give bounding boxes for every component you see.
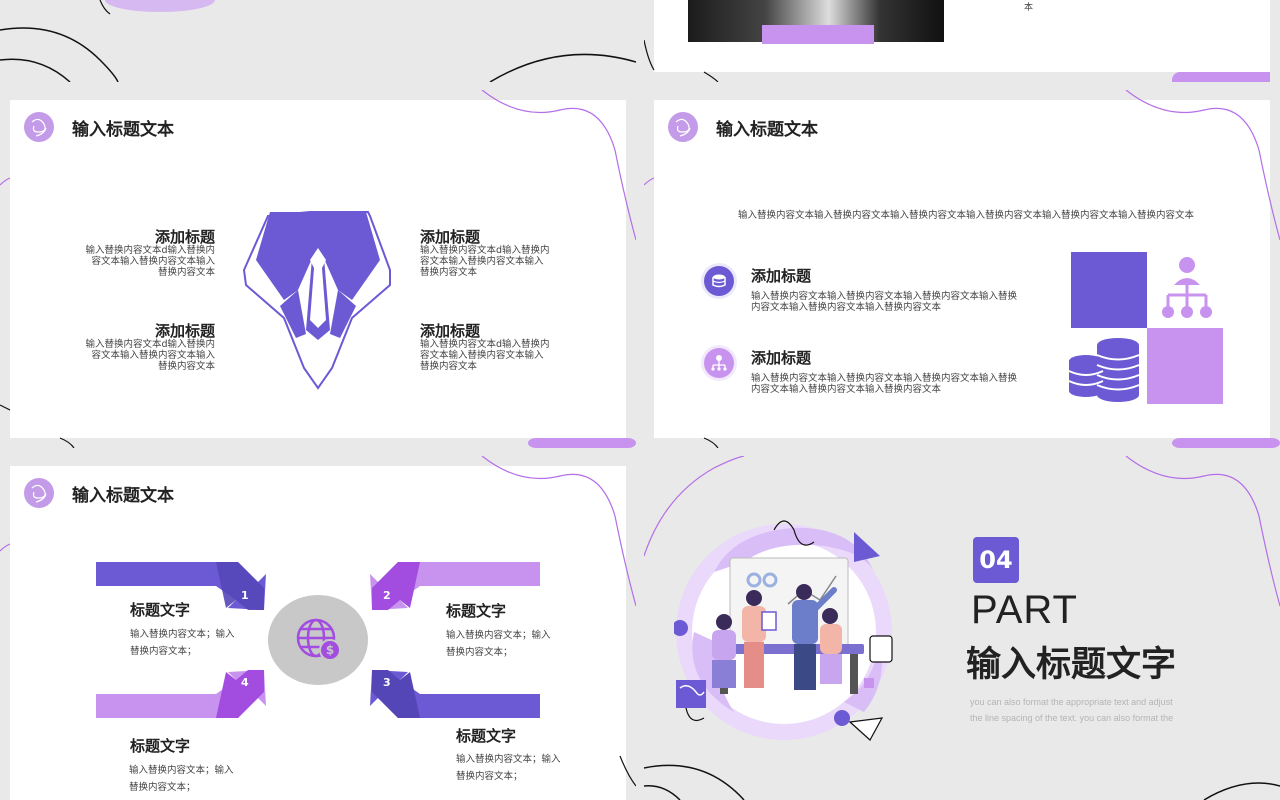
part-title: 输入标题文字 bbox=[966, 645, 1177, 685]
slide-finance[interactable]: 输入标题文本 输入替换内容文本输入替换内容文本输入替换内容文本输入替换内容文本输… bbox=[644, 90, 1280, 448]
photo-caption-bar bbox=[762, 25, 874, 44]
square-dark bbox=[1071, 252, 1147, 328]
intro-text: 输入替换内容文本输入替换内容文本输入替换内容文本输入替换内容文本输入替换内容文本… bbox=[738, 210, 1195, 221]
org-chart-icon bbox=[704, 348, 734, 378]
item-heading: 添加标题 bbox=[751, 349, 812, 367]
text-fragment: 本 bbox=[1024, 3, 1034, 13]
slide-title: 输入标题文本 bbox=[72, 119, 174, 140]
team-meeting-illustration bbox=[674, 520, 893, 741]
step-number: 2 bbox=[383, 589, 391, 602]
block-body: 输入替换内容文本d输入替换内 容文本输入替换内容文本输入 替换内容文本 bbox=[420, 339, 550, 372]
badge-icon bbox=[24, 112, 54, 142]
suit-icon bbox=[242, 211, 391, 390]
block-body: 输入替换内容文本d输入替换内 容文本输入替换内容文本输入 替换内容文本 bbox=[85, 245, 215, 278]
block-body: 输入替换内容文本d输入替换内 容文本输入替换内容文本输入 替换内容文本 bbox=[420, 245, 550, 278]
item-body: 输入替换内容文本；输入 替换内容文本； bbox=[129, 765, 234, 793]
item-body: 输入替换内容文本输入替换内容文本输入替换内容文本输入替换 内容文本输入替换内容文本… bbox=[751, 373, 1018, 395]
database-icon bbox=[704, 266, 734, 296]
title-row: 输入标题文本 bbox=[24, 112, 174, 142]
slide-partial-top-left[interactable] bbox=[0, 0, 636, 82]
slide-part-cover[interactable]: 04 PART 输入标题文字 you can also format the a… bbox=[644, 456, 1280, 800]
item-heading: 标题文字 bbox=[130, 601, 191, 619]
slide-title: 输入标题文本 bbox=[716, 119, 818, 140]
item-heading: 标题文字 bbox=[456, 727, 517, 745]
item-body: 输入替换内容文本输入替换内容文本输入替换内容文本输入替换 内容文本输入替换内容文本… bbox=[751, 291, 1018, 313]
hierarchy-icon bbox=[1162, 257, 1212, 318]
step-number: 3 bbox=[383, 676, 391, 689]
item-heading: 添加标题 bbox=[751, 267, 812, 285]
part-label: PART bbox=[971, 588, 1078, 632]
part-number: 04 bbox=[979, 546, 1013, 574]
block-heading: 添加标题 bbox=[154, 228, 215, 246]
item-body: 输入替换内容文本；输入 替换内容文本； bbox=[446, 630, 551, 658]
item-body: 输入替换内容文本；输入 替换内容文本； bbox=[456, 754, 561, 782]
step-number: 1 bbox=[241, 589, 249, 602]
svg-text:$: $ bbox=[326, 643, 334, 657]
part-subtitle: you can also format the appropriate text… bbox=[970, 697, 1174, 723]
slide-partial-top-right[interactable]: 本 bbox=[644, 0, 1280, 82]
coin-stack-icon bbox=[1068, 338, 1140, 402]
part-number-badge: 04 bbox=[973, 537, 1019, 583]
title-row: 输入标题文本 bbox=[668, 112, 818, 142]
block-heading: 添加标题 bbox=[154, 322, 215, 340]
globe-dollar-icon: $ bbox=[296, 618, 341, 661]
item-heading: 标题文字 bbox=[446, 602, 507, 620]
item-body: 输入替换内容文本；输入 替换内容文本； bbox=[130, 629, 235, 657]
block-heading: 添加标题 bbox=[420, 322, 481, 340]
slide-suit[interactable]: 输入标题文本 添加标题 输入替换内容文本d输入替换内 容文本输入替换内容文本输入替… bbox=[0, 90, 636, 448]
item-heading: 标题文字 bbox=[130, 737, 191, 755]
slide-arrows[interactable]: 输入标题文本 $ 1 2 3 4 标题文字 输入替换内容文本；输入 替换内容文本；… bbox=[0, 456, 636, 800]
corner-accent bbox=[1172, 72, 1270, 82]
block-heading: 添加标题 bbox=[420, 228, 481, 246]
badge-icon bbox=[668, 112, 698, 142]
block-body: 输入替换内容文本d输入替换内 容文本输入替换内容文本输入 替换内容文本 bbox=[85, 339, 215, 372]
decorative-curves bbox=[0, 0, 636, 82]
square-light bbox=[1147, 328, 1223, 404]
step-number: 4 bbox=[241, 676, 249, 689]
